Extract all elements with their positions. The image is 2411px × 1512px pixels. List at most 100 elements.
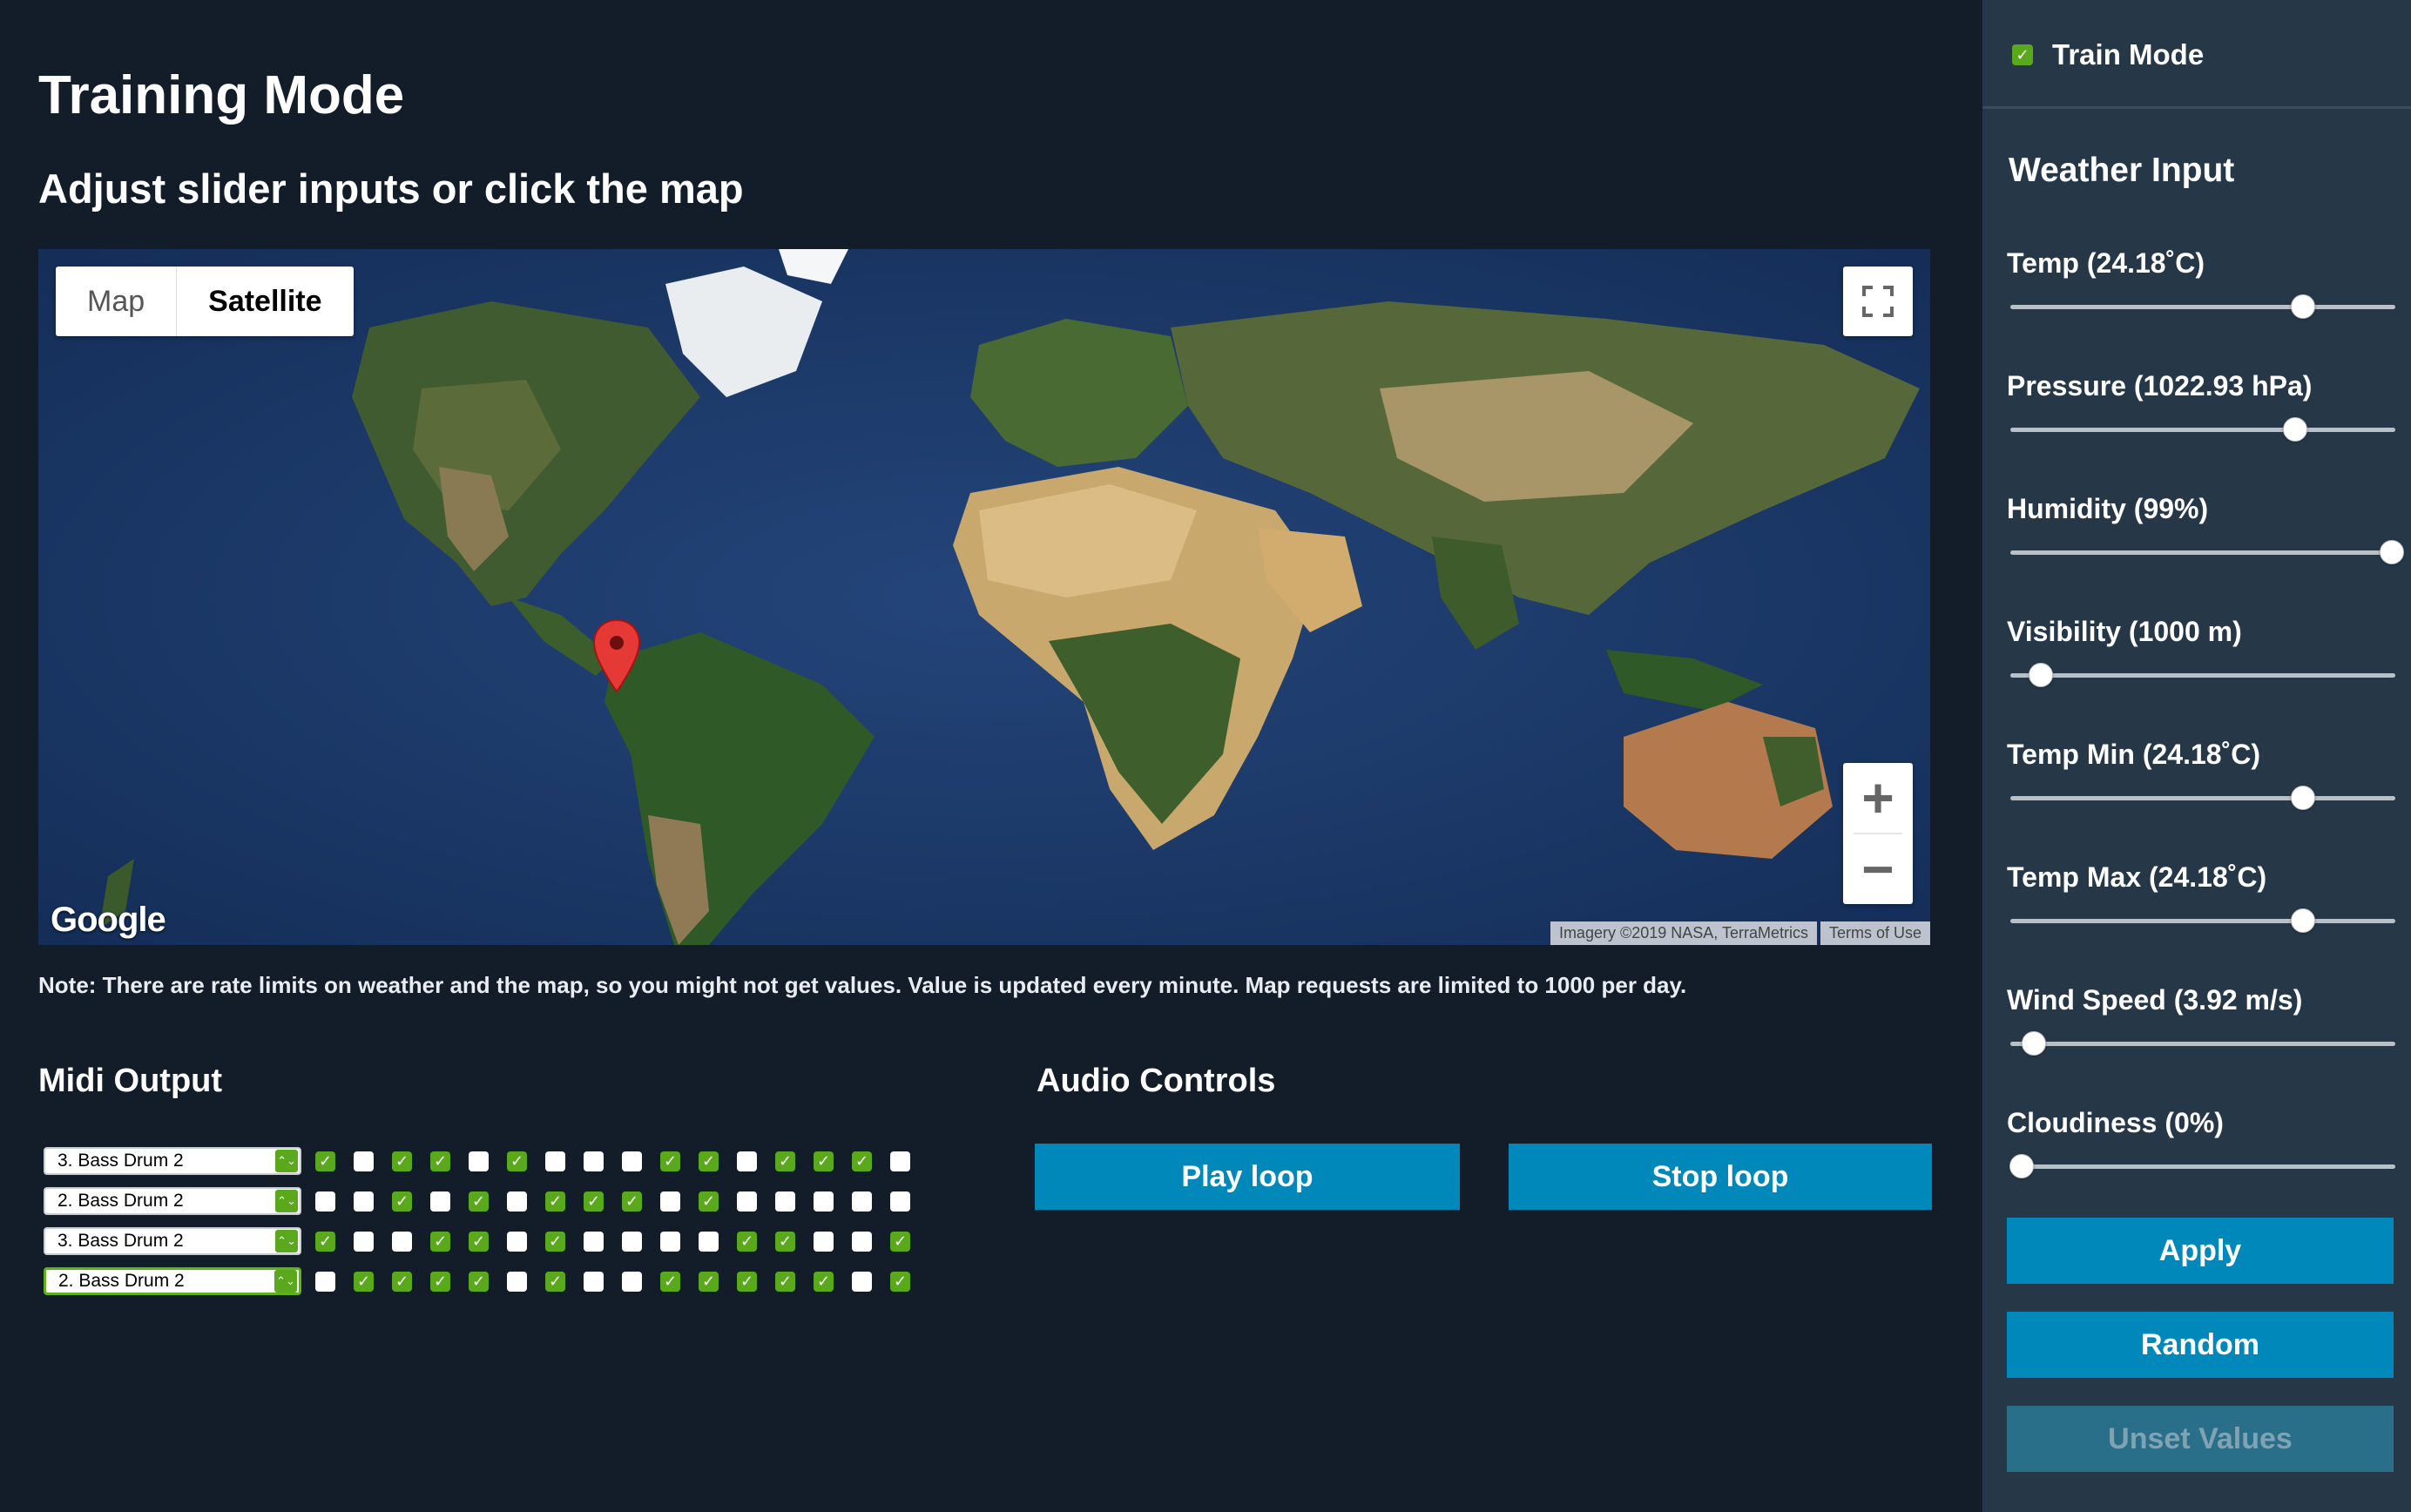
step-checkbox[interactable] bbox=[890, 1191, 910, 1212]
step-checkbox[interactable] bbox=[507, 1271, 527, 1292]
step-checkbox[interactable] bbox=[775, 1271, 795, 1292]
step-checkbox[interactable] bbox=[315, 1191, 335, 1212]
instrument-select[interactable]: 3. Bass Drum 2 ⌃⌄ bbox=[44, 1227, 301, 1255]
step-checkbox[interactable] bbox=[775, 1191, 795, 1212]
step-checkbox[interactable] bbox=[660, 1151, 680, 1171]
random-button[interactable]: Random bbox=[2007, 1312, 2394, 1378]
instrument-select[interactable]: 2. Bass Drum 2 ⌃⌄ bbox=[44, 1187, 301, 1215]
unset-values-button[interactable]: Unset Values bbox=[2007, 1406, 2394, 1472]
step-checkbox[interactable] bbox=[430, 1271, 450, 1292]
step-checkbox[interactable] bbox=[775, 1231, 795, 1252]
step-checkbox[interactable] bbox=[507, 1231, 527, 1252]
step-checkbox[interactable] bbox=[699, 1271, 719, 1292]
step-checkbox[interactable] bbox=[660, 1231, 680, 1252]
step-checkbox[interactable] bbox=[622, 1231, 642, 1252]
step-checkbox[interactable] bbox=[507, 1151, 527, 1171]
step-checkbox[interactable] bbox=[507, 1191, 527, 1212]
step-checkbox[interactable] bbox=[469, 1151, 489, 1171]
slider-track[interactable] bbox=[2009, 1154, 2395, 1178]
map-pin-icon[interactable] bbox=[592, 618, 641, 698]
step-checkbox[interactable] bbox=[545, 1271, 565, 1292]
step-checkbox[interactable] bbox=[315, 1151, 335, 1171]
slider-thumb[interactable] bbox=[2290, 294, 2315, 319]
step-checkbox[interactable] bbox=[354, 1271, 374, 1292]
step-checkbox[interactable] bbox=[430, 1151, 450, 1171]
step-checkbox[interactable] bbox=[814, 1151, 834, 1171]
step-checkbox[interactable] bbox=[699, 1151, 719, 1171]
step-checkbox[interactable] bbox=[890, 1151, 910, 1171]
step-checkbox[interactable] bbox=[584, 1191, 604, 1212]
step-checkbox[interactable] bbox=[890, 1231, 910, 1252]
step-checkbox[interactable] bbox=[545, 1151, 565, 1171]
train-mode-checkbox[interactable] bbox=[2012, 44, 2033, 65]
step-checkbox[interactable] bbox=[737, 1271, 757, 1292]
fullscreen-button[interactable] bbox=[1843, 267, 1913, 336]
zoom-in-button[interactable]: + bbox=[1843, 763, 1913, 833]
step-checkbox[interactable] bbox=[392, 1231, 412, 1252]
step-checkbox[interactable] bbox=[814, 1191, 834, 1212]
step-checkbox[interactable] bbox=[354, 1231, 374, 1252]
map-imagery[interactable] bbox=[38, 249, 1930, 945]
step-checkbox[interactable] bbox=[545, 1231, 565, 1252]
step-checkbox[interactable] bbox=[584, 1231, 604, 1252]
play-loop-button[interactable]: Play loop bbox=[1035, 1144, 1460, 1210]
slider-track[interactable] bbox=[2010, 786, 2395, 810]
instrument-select[interactable]: 2. Bass Drum 2 ⌃⌄ bbox=[44, 1267, 301, 1295]
slider-thumb[interactable] bbox=[2021, 1031, 2046, 1056]
step-checkbox[interactable] bbox=[660, 1271, 680, 1292]
step-checkbox[interactable] bbox=[469, 1231, 489, 1252]
slider-track[interactable] bbox=[2010, 294, 2395, 319]
slider-thumb[interactable] bbox=[2290, 908, 2315, 933]
map-type-satellite-button[interactable]: Satellite bbox=[176, 267, 353, 336]
slider-track[interactable] bbox=[2010, 908, 2395, 933]
stop-loop-button[interactable]: Stop loop bbox=[1509, 1144, 1932, 1210]
step-checkbox[interactable] bbox=[584, 1271, 604, 1292]
step-checkbox[interactable] bbox=[737, 1231, 757, 1252]
step-checkbox[interactable] bbox=[852, 1191, 872, 1212]
train-mode-toggle[interactable]: Train Mode bbox=[2012, 38, 2204, 71]
step-checkbox[interactable] bbox=[315, 1271, 335, 1292]
step-checkbox[interactable] bbox=[622, 1191, 642, 1212]
step-checkbox[interactable] bbox=[737, 1151, 757, 1171]
step-checkbox[interactable] bbox=[660, 1191, 680, 1212]
step-checkbox[interactable] bbox=[392, 1271, 412, 1292]
instrument-select[interactable]: 3. Bass Drum 2 ⌃⌄ bbox=[44, 1147, 301, 1175]
step-checkbox[interactable] bbox=[852, 1271, 872, 1292]
slider-track[interactable] bbox=[2010, 417, 2395, 442]
step-checkbox[interactable] bbox=[354, 1151, 374, 1171]
step-checkbox[interactable] bbox=[315, 1231, 335, 1252]
step-checkbox[interactable] bbox=[354, 1191, 374, 1212]
step-checkbox[interactable] bbox=[852, 1231, 872, 1252]
step-checkbox[interactable] bbox=[699, 1191, 719, 1212]
map-type-map-button[interactable]: Map bbox=[56, 267, 176, 336]
step-checkbox[interactable] bbox=[814, 1231, 834, 1252]
step-checkbox[interactable] bbox=[622, 1271, 642, 1292]
slider-track[interactable] bbox=[2010, 540, 2404, 564]
slider-thumb[interactable] bbox=[2283, 417, 2308, 442]
step-checkbox[interactable] bbox=[890, 1271, 910, 1292]
step-checkbox[interactable] bbox=[392, 1191, 412, 1212]
step-checkbox[interactable] bbox=[852, 1151, 872, 1171]
slider-thumb[interactable] bbox=[2379, 540, 2404, 564]
step-checkbox[interactable] bbox=[622, 1151, 642, 1171]
zoom-out-button[interactable]: − bbox=[1843, 834, 1913, 904]
step-checkbox[interactable] bbox=[584, 1151, 604, 1171]
terms-of-use-link[interactable]: Terms of Use bbox=[1820, 921, 1930, 945]
step-checkbox[interactable] bbox=[775, 1151, 795, 1171]
step-checkbox[interactable] bbox=[430, 1231, 450, 1252]
slider-thumb[interactable] bbox=[2290, 786, 2315, 810]
slider-track[interactable] bbox=[2010, 663, 2395, 687]
satellite-map[interactable]: Map Satellite + − Google Imagery ©2019 N… bbox=[38, 249, 1930, 945]
step-checkbox[interactable] bbox=[737, 1191, 757, 1212]
step-checkbox[interactable] bbox=[469, 1191, 489, 1212]
slider-thumb[interactable] bbox=[2029, 663, 2054, 687]
step-checkbox[interactable] bbox=[392, 1151, 412, 1171]
step-checkbox[interactable] bbox=[430, 1191, 450, 1212]
apply-button[interactable]: Apply bbox=[2007, 1218, 2394, 1284]
step-checkbox[interactable] bbox=[814, 1271, 834, 1292]
slider-track[interactable] bbox=[2010, 1031, 2395, 1056]
step-checkbox[interactable] bbox=[545, 1191, 565, 1212]
step-checkbox[interactable] bbox=[469, 1271, 489, 1292]
slider-thumb[interactable] bbox=[2009, 1154, 2035, 1178]
step-checkbox[interactable] bbox=[699, 1231, 719, 1252]
